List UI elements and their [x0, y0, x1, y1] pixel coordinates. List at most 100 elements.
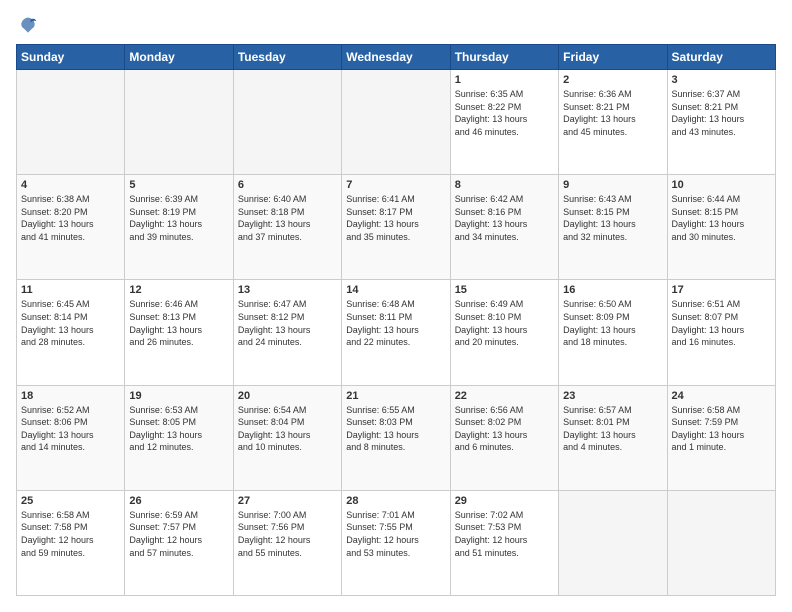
day-info: Sunrise: 6:53 AM Sunset: 8:05 PM Dayligh… [129, 404, 228, 454]
day-info: Sunrise: 6:45 AM Sunset: 8:14 PM Dayligh… [21, 298, 120, 348]
calendar-week-5: 25 Sunrise: 6:58 AM Sunset: 7:58 PM Dayli… [17, 490, 776, 595]
day-number: 7 [346, 179, 445, 191]
day-info: Sunrise: 6:44 AM Sunset: 8:15 PM Dayligh… [672, 193, 771, 243]
day-info: Sunrise: 6:48 AM Sunset: 8:11 PM Dayligh… [346, 298, 445, 348]
day-info: Sunrise: 7:01 AM Sunset: 7:55 PM Dayligh… [346, 509, 445, 559]
calendar: SundayMondayTuesdayWednesdayThursdayFrid… [16, 44, 776, 596]
day-info: Sunrise: 7:02 AM Sunset: 7:53 PM Dayligh… [455, 509, 554, 559]
day-info: Sunrise: 6:58 AM Sunset: 7:59 PM Dayligh… [672, 404, 771, 454]
day-info: Sunrise: 6:49 AM Sunset: 8:10 PM Dayligh… [455, 298, 554, 348]
day-info: Sunrise: 6:47 AM Sunset: 8:12 PM Dayligh… [238, 298, 337, 348]
logo [16, 16, 38, 36]
day-number: 13 [238, 284, 337, 296]
calendar-cell: 5Sunrise: 6:39 AM Sunset: 8:19 PM Daylig… [125, 175, 233, 280]
calendar-cell [559, 490, 667, 595]
day-number: 8 [455, 179, 554, 191]
calendar-header-monday: Monday [125, 45, 233, 70]
day-number: 11 [21, 284, 120, 296]
day-number: 9 [563, 179, 662, 191]
calendar-header-wednesday: Wednesday [342, 45, 450, 70]
day-info: Sunrise: 6:42 AM Sunset: 8:16 PM Dayligh… [455, 193, 554, 243]
day-info: Sunrise: 7:00 AM Sunset: 7:56 PM Dayligh… [238, 509, 337, 559]
calendar-cell: 27 Sunrise: 7:00 AM Sunset: 7:56 PM Dayli… [233, 490, 341, 595]
calendar-header-sunday: Sunday [17, 45, 125, 70]
calendar-cell: 9 Sunrise: 6:43 AM Sunset: 8:15 PM Daylig… [559, 175, 667, 280]
day-number: 2 [563, 74, 662, 86]
calendar-cell: 19Sunrise: 6:53 AM Sunset: 8:05 PM Dayli… [125, 385, 233, 490]
calendar-cell: 28 Sunrise: 7:01 AM Sunset: 7:55 PM Dayli… [342, 490, 450, 595]
calendar-header-thursday: Thursday [450, 45, 558, 70]
calendar-cell: 12 Sunrise: 6:46 AM Sunset: 8:13 PM Dayli… [125, 280, 233, 385]
day-number: 12 [129, 284, 228, 296]
calendar-cell: 1 Sunrise: 6:35 AM Sunset: 8:22 PM Daylig… [450, 70, 558, 175]
calendar-cell: 10 Sunrise: 6:44 AM Sunset: 8:15 PM Dayli… [667, 175, 775, 280]
day-info: Sunrise: 6:37 AM Sunset: 8:21 PM Dayligh… [672, 88, 771, 138]
day-info: Sunrise: 6:36 AM Sunset: 8:21 PM Dayligh… [563, 88, 662, 138]
day-number: 1 [455, 74, 554, 86]
day-info: Sunrise: 6:43 AM Sunset: 8:15 PM Dayligh… [563, 193, 662, 243]
day-number: 29 [455, 495, 554, 507]
day-info: Sunrise: 6:57 AM Sunset: 8:01 PM Dayligh… [563, 404, 662, 454]
calendar-week-4: 18 Sunrise: 6:52 AM Sunset: 8:06 PM Dayli… [17, 385, 776, 490]
calendar-cell: 25 Sunrise: 6:58 AM Sunset: 7:58 PM Dayli… [17, 490, 125, 595]
day-number: 17 [672, 284, 771, 296]
day-info: Sunrise: 6:54 AM Sunset: 8:04 PM Dayligh… [238, 404, 337, 454]
calendar-week-3: 11 Sunrise: 6:45 AM Sunset: 8:14 PM Dayli… [17, 280, 776, 385]
calendar-header-tuesday: Tuesday [233, 45, 341, 70]
calendar-header-friday: Friday [559, 45, 667, 70]
day-info: Sunrise: 6:46 AM Sunset: 8:13 PM Dayligh… [129, 298, 228, 348]
calendar-header-saturday: Saturday [667, 45, 775, 70]
day-number: 3 [672, 74, 771, 86]
day-number: 16 [563, 284, 662, 296]
day-number: 21 [346, 390, 445, 402]
day-info: Sunrise: 6:51 AM Sunset: 8:07 PM Dayligh… [672, 298, 771, 348]
calendar-cell: 22 Sunrise: 6:56 AM Sunset: 8:02 PM Dayli… [450, 385, 558, 490]
day-number: 25 [21, 495, 120, 507]
day-number: 20 [238, 390, 337, 402]
calendar-cell: 2 Sunrise: 6:36 AM Sunset: 8:21 PM Daylig… [559, 70, 667, 175]
day-info: Sunrise: 6:52 AM Sunset: 8:06 PM Dayligh… [21, 404, 120, 454]
day-info: Sunrise: 6:40 AM Sunset: 8:18 PM Dayligh… [238, 193, 337, 243]
day-number: 10 [672, 179, 771, 191]
day-info: Sunrise: 6:35 AM Sunset: 8:22 PM Dayligh… [455, 88, 554, 138]
calendar-cell: 11 Sunrise: 6:45 AM Sunset: 8:14 PM Dayli… [17, 280, 125, 385]
calendar-cell: 6 Sunrise: 6:40 AM Sunset: 8:18 PM Daylig… [233, 175, 341, 280]
calendar-cell: 3 Sunrise: 6:37 AM Sunset: 8:21 PM Daylig… [667, 70, 775, 175]
logo-bird-icon [18, 16, 38, 36]
day-number: 18 [21, 390, 120, 402]
day-info: Sunrise: 6:50 AM Sunset: 8:09 PM Dayligh… [563, 298, 662, 348]
day-info: Sunrise: 6:59 AM Sunset: 7:57 PM Dayligh… [129, 509, 228, 559]
day-number: 6 [238, 179, 337, 191]
calendar-cell: 20 Sunrise: 6:54 AM Sunset: 8:04 PM Dayli… [233, 385, 341, 490]
calendar-cell: 14 Sunrise: 6:48 AM Sunset: 8:11 PM Dayli… [342, 280, 450, 385]
day-info: Sunrise: 6:56 AM Sunset: 8:02 PM Dayligh… [455, 404, 554, 454]
day-info: Sunrise: 6:55 AM Sunset: 8:03 PM Dayligh… [346, 404, 445, 454]
calendar-cell: 4 Sunrise: 6:38 AM Sunset: 8:20 PM Daylig… [17, 175, 125, 280]
calendar-cell [233, 70, 341, 175]
day-info: Sunrise: 6:41 AM Sunset: 8:17 PM Dayligh… [346, 193, 445, 243]
day-number: 4 [21, 179, 120, 191]
day-number: 27 [238, 495, 337, 507]
calendar-cell: 29 Sunrise: 7:02 AM Sunset: 7:53 PM Dayli… [450, 490, 558, 595]
day-number: 14 [346, 284, 445, 296]
calendar-cell: 18 Sunrise: 6:52 AM Sunset: 8:06 PM Dayli… [17, 385, 125, 490]
calendar-cell: 8 Sunrise: 6:42 AM Sunset: 8:16 PM Daylig… [450, 175, 558, 280]
calendar-cell: 15 Sunrise: 6:49 AM Sunset: 8:10 PM Dayli… [450, 280, 558, 385]
day-number: 22 [455, 390, 554, 402]
calendar-cell [342, 70, 450, 175]
day-number: 28 [346, 495, 445, 507]
calendar-cell: 24 Sunrise: 6:58 AM Sunset: 7:59 PM Dayli… [667, 385, 775, 490]
calendar-cell [17, 70, 125, 175]
day-number: 23 [563, 390, 662, 402]
calendar-cell: 13 Sunrise: 6:47 AM Sunset: 8:12 PM Dayli… [233, 280, 341, 385]
calendar-cell: 16 Sunrise: 6:50 AM Sunset: 8:09 PM Dayli… [559, 280, 667, 385]
calendar-cell: 21 Sunrise: 6:55 AM Sunset: 8:03 PM Dayli… [342, 385, 450, 490]
calendar-cell: 7 Sunrise: 6:41 AM Sunset: 8:17 PM Daylig… [342, 175, 450, 280]
day-info: Sunrise: 6:38 AM Sunset: 8:20 PM Dayligh… [21, 193, 120, 243]
calendar-cell: 26Sunrise: 6:59 AM Sunset: 7:57 PM Dayli… [125, 490, 233, 595]
calendar-week-2: 4 Sunrise: 6:38 AM Sunset: 8:20 PM Daylig… [17, 175, 776, 280]
day-number: 15 [455, 284, 554, 296]
day-info: Sunrise: 6:58 AM Sunset: 7:58 PM Dayligh… [21, 509, 120, 559]
calendar-cell: 17 Sunrise: 6:51 AM Sunset: 8:07 PM Dayli… [667, 280, 775, 385]
day-number: 24 [672, 390, 771, 402]
